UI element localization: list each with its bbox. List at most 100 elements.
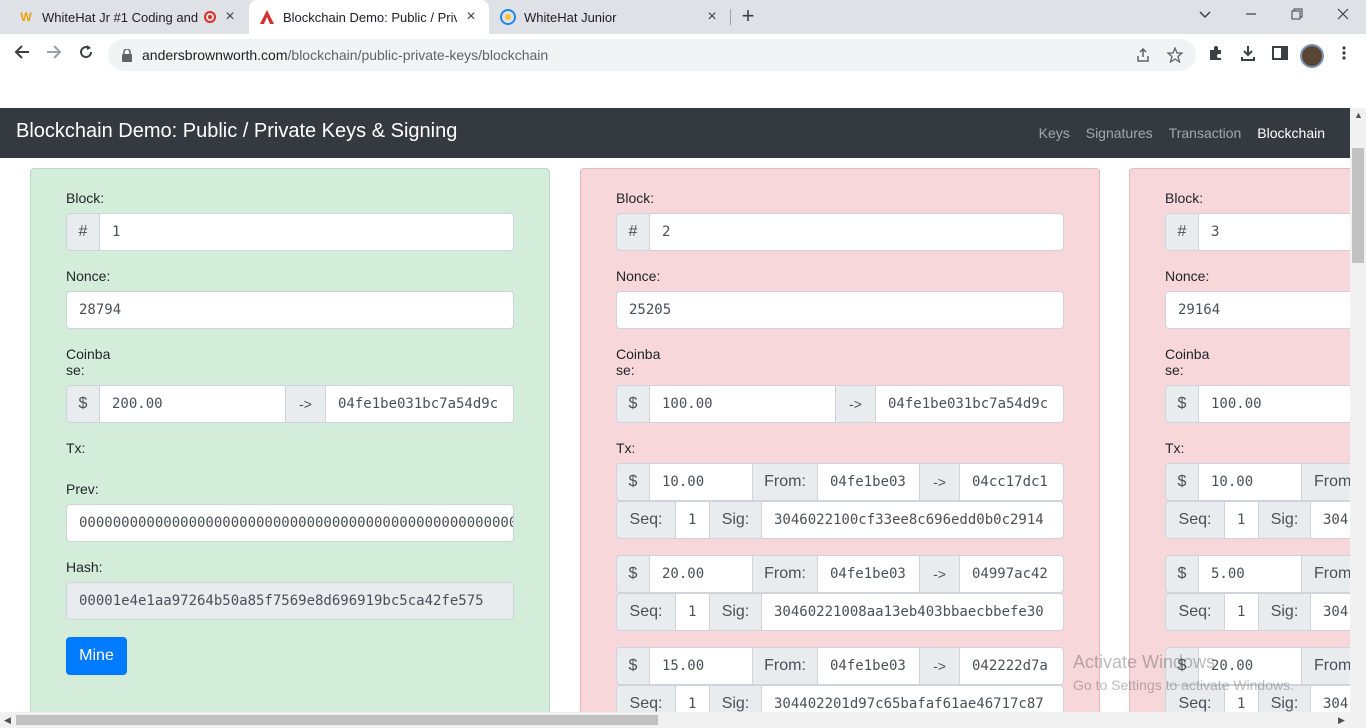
tx-seq-input[interactable]: 1 (1225, 593, 1259, 631)
tx-amount-input[interactable]: 20.00 (650, 555, 753, 593)
tx-seq-input[interactable]: 1 (676, 685, 710, 712)
tx-sig-input[interactable]: 304 (1311, 685, 1350, 712)
tab-close-icon[interactable]: × (463, 8, 479, 26)
nav-transaction[interactable]: Transaction (1169, 125, 1242, 141)
tx-sig-input[interactable]: 30460221008aa13eb403bbaecbbefe30 (762, 593, 1064, 631)
whitehat-favicon-icon: W (20, 10, 32, 24)
menu-kebab-icon[interactable] (1334, 45, 1354, 65)
tx-seq-input[interactable]: 1 (676, 501, 710, 539)
mine-button[interactable]: Mine (66, 637, 127, 675)
tx-amount-input[interactable]: 10.00 (650, 463, 753, 501)
horizontal-scroll-thumb[interactable] (16, 715, 658, 725)
site-brand[interactable]: Blockchain Demo: Public / Private Keys &… (16, 120, 457, 143)
tx-row-sig: Seq: 1 Sig: 304 (1165, 501, 1350, 539)
tab-whitehat-junior[interactable]: WhiteHat Junior × (490, 0, 730, 34)
prev-label: Prev: (66, 481, 99, 497)
block-number-input[interactable]: 1 (100, 213, 514, 251)
from-addon: From: (753, 463, 818, 501)
dollar-addon: $ (616, 647, 650, 685)
block-number-input[interactable]: 3 (1199, 213, 1350, 251)
reload-icon[interactable] (74, 43, 98, 67)
dollar-addon: $ (1165, 555, 1199, 593)
nonce-input[interactable]: 25205 (616, 291, 1064, 329)
tx-label: Tx: (66, 440, 86, 456)
tx-seq-input[interactable]: 1 (676, 593, 710, 631)
coinbase-amount-input[interactable]: 100.00 (1199, 385, 1350, 423)
sig-addon: Sig: (710, 593, 762, 631)
nonce-input[interactable]: 28794 (66, 291, 514, 329)
tx-to-input[interactable]: 04997ac42 (960, 555, 1064, 593)
tx-row-sig: Seq: 1 Sig: 304 (1165, 593, 1350, 631)
scroll-left-icon[interactable]: ◀ (4, 715, 11, 726)
nonce-label: Nonce: (1165, 268, 1210, 284)
tx-row-amount: $ 15.00 From: 04fe1be03 -> 042222d7a (616, 647, 1064, 685)
tx-sig-input[interactable]: 304 (1311, 501, 1350, 539)
share-icon[interactable] (1134, 47, 1152, 65)
tx-row-amount: $ 10.00 From: 04fe1be03 -> 04cc17dc1 (616, 463, 1064, 501)
tab-whitehat-1[interactable]: W WhiteHat Jr #1 Coding and × (8, 0, 248, 34)
tx-amount-input[interactable]: 5.00 (1199, 555, 1302, 593)
tab-search-icon[interactable] (1182, 0, 1228, 34)
tx-from-input[interactable]: 04fe1be03 (818, 463, 920, 501)
tab-close-icon[interactable]: × (704, 8, 720, 26)
url-host: andersbrownworth.com (142, 47, 288, 63)
vertical-scrollbar[interactable]: ▲ (1350, 108, 1366, 712)
close-window-icon[interactable] (1320, 0, 1366, 34)
profile-avatar[interactable] (1300, 44, 1324, 68)
restore-icon[interactable] (1274, 0, 1320, 34)
coinbase-to-input[interactable]: 04fe1be031bc7a54d9c (326, 385, 514, 423)
tx-from-input[interactable]: 04fe1be03 (818, 555, 920, 593)
tx-to-input[interactable]: 042222d7a (960, 647, 1064, 685)
forward-arrow-icon[interactable] (42, 43, 66, 67)
nonce-group: 29164 (1165, 291, 1350, 329)
bookmark-star-icon[interactable] (1166, 46, 1184, 65)
block-label: Block: (1165, 190, 1204, 206)
arrow-addon: -> (286, 385, 326, 423)
tx-seq-input[interactable]: 1 (1225, 501, 1259, 539)
block-label: Block: (616, 190, 655, 206)
coinbase-label-line2: se: (1165, 362, 1184, 378)
minimize-icon[interactable] (1228, 0, 1274, 34)
side-panel-icon[interactable] (1270, 45, 1290, 65)
tx-sig-input[interactable]: 304402201d97c65bafaf61ae46717c87 (762, 685, 1064, 712)
coinbase-label-line2: se: (616, 362, 635, 378)
coinbase-label: Coinba se: (616, 346, 660, 378)
sig-addon: Sig: (710, 685, 762, 712)
tx-sig-input[interactable]: 304 (1311, 593, 1350, 631)
scroll-up-icon[interactable]: ▲ (1354, 110, 1363, 120)
from-addon: From (1302, 647, 1350, 685)
recording-icon (204, 11, 216, 23)
hash-output: 00001e4e1aa97264b50a85f7569e8d696919bc5c… (66, 582, 514, 620)
back-arrow-icon[interactable] (10, 43, 34, 67)
tab-blockchain-demo[interactable]: Blockchain Demo: Public / Privat × (249, 0, 489, 34)
tx-amount-input[interactable]: 10.00 (1199, 463, 1302, 501)
coinbase-label-line1: Coinba (1165, 346, 1210, 362)
prev-hash-input[interactable]: 0000000000000000000000000000000000000000… (66, 504, 514, 542)
block-number-group: # 3 (1165, 213, 1350, 251)
download-icon[interactable] (1238, 45, 1258, 65)
horizontal-scrollbar[interactable]: ◀ ▶ (0, 712, 1366, 728)
hash-sign-addon: # (66, 213, 100, 251)
nav-signatures[interactable]: Signatures (1086, 125, 1153, 141)
nav-keys[interactable]: Keys (1039, 125, 1070, 141)
coinbase-to-input[interactable]: 04fe1be031bc7a54d9c (876, 385, 1064, 423)
site-nav-links: Keys Signatures Transaction Blockchain (1039, 125, 1325, 141)
dollar-addon: $ (1165, 385, 1199, 423)
vertical-scroll-thumb[interactable] (1352, 148, 1364, 263)
tab-close-icon[interactable]: × (222, 8, 238, 26)
tx-amount-input[interactable]: 15.00 (650, 647, 753, 685)
nonce-input[interactable]: 29164 (1165, 291, 1350, 329)
nav-blockchain[interactable]: Blockchain (1257, 125, 1325, 141)
scroll-right-icon[interactable]: ▶ (1338, 715, 1345, 726)
new-tab-button[interactable]: + (736, 4, 760, 28)
nonce-group: 25205 (616, 291, 1064, 329)
coinbase-amount-input[interactable]: 200.00 (100, 385, 286, 423)
tx-sig-input[interactable]: 3046022100cf33ee8c696edd0b0c2914 (762, 501, 1064, 539)
coinbase-amount-input[interactable]: 100.00 (650, 385, 836, 423)
block-number-input[interactable]: 2 (650, 213, 1064, 251)
tx-from-input[interactable]: 04fe1be03 (818, 647, 920, 685)
tx-to-input[interactable]: 04cc17dc1 (960, 463, 1064, 501)
extensions-puzzle-icon[interactable] (1206, 45, 1226, 65)
address-bar[interactable]: andersbrownworth.com/blockchain/public-p… (108, 39, 1196, 71)
coinbase-label: Coinba se: (1165, 346, 1209, 378)
